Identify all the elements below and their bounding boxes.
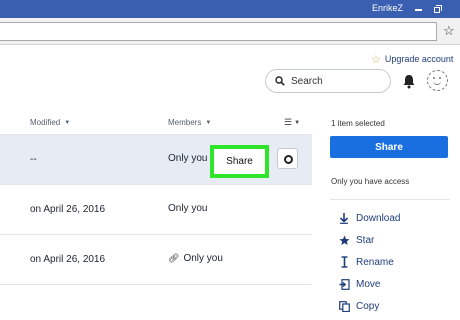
- minimize-button[interactable]: [411, 3, 427, 15]
- action-rename[interactable]: Rename: [338, 255, 394, 269]
- access-text: Only you have access: [331, 177, 410, 186]
- sort-caret-icon: ▼: [205, 119, 212, 126]
- address-bar: ☆: [0, 18, 460, 45]
- action-label: Copy: [356, 300, 380, 312]
- action-move[interactable]: Move: [338, 277, 380, 291]
- row-members: Only you: [168, 153, 207, 164]
- row-members-label: Only you: [183, 253, 223, 264]
- action-copy[interactable]: Copy: [338, 299, 379, 313]
- window-titlebar: EnrikeZ: [0, 0, 460, 18]
- upgrade-label: Upgrade account: [384, 54, 454, 64]
- table-row[interactable]: on April 26, 2016 Only you: [0, 185, 312, 235]
- search-input[interactable]: Search: [265, 69, 391, 93]
- selection-count: 1 item selected: [331, 119, 385, 128]
- restore-button[interactable]: [430, 3, 444, 15]
- copy-icon: [338, 300, 350, 312]
- sort-caret-icon: ▼: [64, 119, 71, 126]
- row-modified: --: [30, 154, 37, 165]
- dropbox-window: EnrikeZ ☆ ☆ Upgrade account Search Modif…: [0, 0, 460, 320]
- row-members-label: Only you: [168, 203, 208, 214]
- panel-share-button[interactable]: Share: [330, 136, 448, 158]
- table-row[interactable]: on April 26, 2016 🔗︎ Only you: [0, 235, 312, 285]
- more-options-button[interactable]: [277, 148, 298, 169]
- action-label: Download: [356, 212, 401, 224]
- list-view-icon: ☰: [284, 117, 293, 127]
- bookmark-star-icon[interactable]: ☆: [443, 23, 455, 39]
- user-name: EnrikeZ: [372, 3, 404, 13]
- action-label: Move: [356, 278, 381, 290]
- rename-icon: [338, 256, 350, 268]
- row-members-label: Only you: [168, 153, 208, 164]
- row-members: Only you: [168, 203, 207, 214]
- column-header-modified[interactable]: Modified ▼: [30, 118, 70, 127]
- row-members: 🔗︎ Only you: [168, 253, 223, 264]
- view-options-button[interactable]: ☰ ▼: [284, 117, 300, 128]
- search-label: Search: [291, 75, 323, 87]
- share-button-highlight: Share: [210, 145, 269, 178]
- action-label: Rename: [356, 256, 394, 268]
- link-icon: 🔗︎: [168, 253, 180, 263]
- search-icon: [275, 76, 285, 86]
- download-icon: [338, 212, 350, 224]
- action-star[interactable]: Star: [338, 233, 374, 247]
- row-modified: on April 26, 2016: [30, 204, 106, 215]
- column-modified-label: Modified: [30, 118, 61, 127]
- upgrade-account-link[interactable]: ☆ Upgrade account: [371, 52, 453, 66]
- row-modified: on April 26, 2016: [30, 254, 106, 265]
- notifications-bell-icon[interactable]: [402, 73, 416, 89]
- chevron-down-icon: ▼: [294, 119, 301, 126]
- action-download[interactable]: Download: [338, 211, 400, 225]
- avatar[interactable]: [427, 70, 448, 91]
- column-members-label: Members: [168, 118, 202, 127]
- column-header-members[interactable]: Members ▼: [168, 118, 211, 127]
- action-label: Star: [356, 234, 375, 246]
- panel-divider: [330, 199, 450, 200]
- upgrade-star-icon: ☆: [371, 53, 381, 66]
- move-icon: [338, 278, 350, 290]
- url-input[interactable]: [0, 22, 437, 41]
- star-icon: [338, 234, 350, 246]
- share-button[interactable]: Share: [214, 149, 265, 174]
